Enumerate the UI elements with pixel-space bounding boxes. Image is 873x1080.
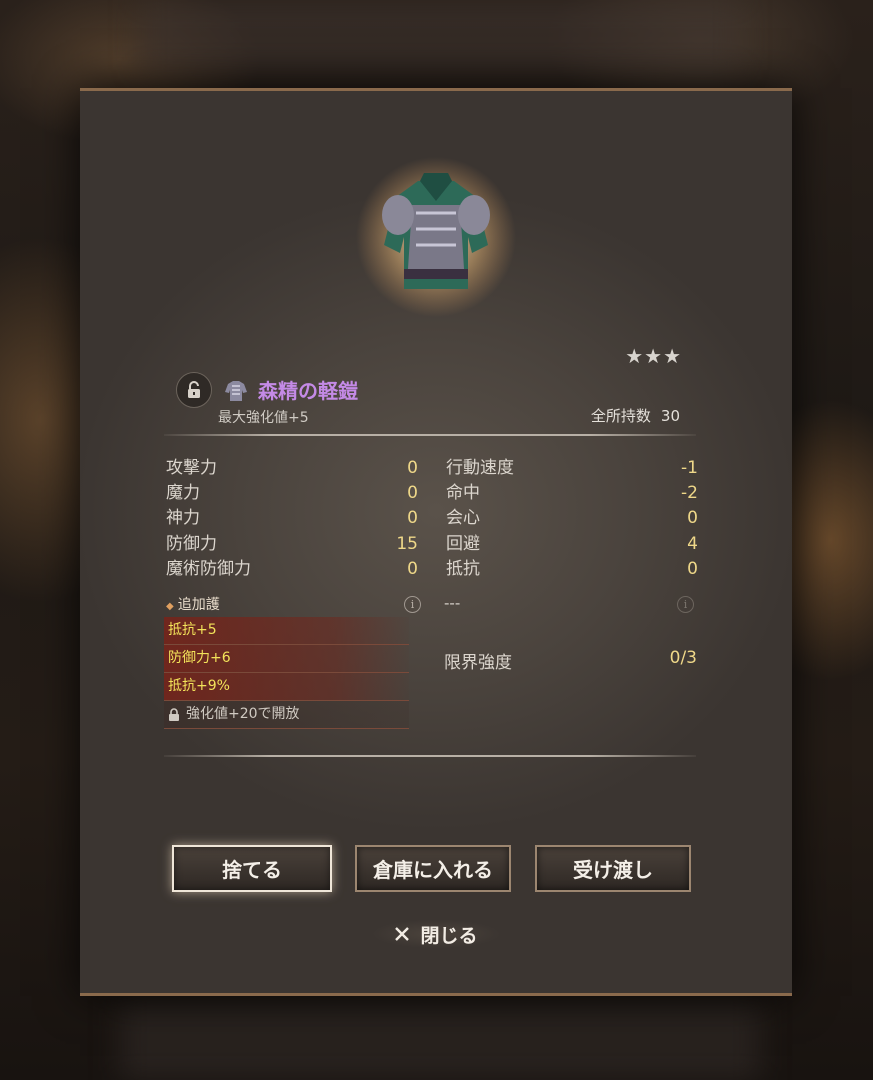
- option-row: 防御力+6: [164, 645, 409, 673]
- info-icon-right[interactable]: i: [677, 596, 694, 613]
- owned-number: 30: [660, 407, 680, 425]
- stat-row: 防御力 15: [166, 532, 418, 557]
- limit-strength-label: 限界強度: [444, 653, 512, 673]
- max-enhance-label: 最大強化値+5: [218, 410, 309, 426]
- info-icon[interactable]: i: [677, 596, 694, 613]
- stat-value: 0: [407, 458, 418, 478]
- stat-label: 神力: [166, 508, 200, 529]
- discard-button[interactable]: 捨てる: [172, 845, 332, 892]
- background-bottom-bar: [120, 1000, 760, 1080]
- divider-top: [164, 434, 696, 436]
- stat-value: 0: [407, 483, 418, 504]
- lock-toggle-button[interactable]: [176, 372, 212, 408]
- close-icon: [395, 927, 410, 941]
- stat-label: 抵抗: [446, 558, 480, 579]
- stat-label: 防御力: [166, 533, 217, 554]
- owned-count: 全所持数 30: [591, 405, 680, 426]
- stat-label: 命中: [446, 483, 480, 504]
- stat-label: 会心: [446, 508, 480, 529]
- stat-row: 会心 0: [446, 506, 698, 531]
- stat-row: 命中 -2: [446, 481, 698, 506]
- stat-row: 魔力 0: [166, 481, 418, 506]
- background-top-bar: [140, 0, 740, 70]
- stat-value: -2: [681, 483, 698, 504]
- item-name: 森精の軽鎧: [258, 379, 358, 403]
- stats-left-column: 攻撃力 0 魔力 0 神力 0 防御力 15 魔術防御力 0: [166, 456, 418, 582]
- stat-value: 4: [687, 533, 698, 554]
- stat-value: 0: [687, 558, 698, 579]
- stat-label: 行動速度: [446, 458, 514, 478]
- stat-row: 行動速度 -1: [446, 456, 698, 481]
- rarity-stars: ★★★: [625, 344, 682, 368]
- additional-right-placeholder: ---: [444, 594, 461, 612]
- info-icon[interactable]: i: [404, 595, 421, 613]
- lock-icon: [169, 707, 179, 721]
- lock-icon: [188, 381, 200, 398]
- additional-options-header: ◆ 追加護 i: [166, 593, 421, 615]
- additional-title-text: 追加護: [177, 597, 220, 613]
- stat-label: 回避: [446, 533, 480, 554]
- limit-strength-value: 0/3: [669, 648, 697, 668]
- owned-label: 全所持数: [590, 407, 651, 425]
- stat-value: 0: [407, 558, 418, 579]
- locked-option-row: 強化値+20で開放: [164, 701, 409, 729]
- armor-item-image: [356, 157, 516, 317]
- stat-value: 0: [687, 508, 698, 529]
- stat-label: 魔術防御力: [166, 558, 251, 579]
- stat-value: 15: [396, 533, 418, 554]
- locked-option-text: 強化値+20で開放: [186, 706, 300, 722]
- close-button[interactable]: 閉じる: [356, 915, 516, 953]
- stat-label: 攻撃力: [166, 458, 217, 478]
- additional-options-title: ◆ 追加護: [166, 594, 220, 614]
- option-row: 抵抗+9%: [164, 673, 409, 701]
- stat-row: 抵抗 0: [446, 557, 698, 582]
- stat-value: -1: [681, 458, 698, 478]
- close-label: 閉じる: [420, 924, 478, 947]
- stat-row: 神力 0: [166, 506, 418, 531]
- option-row: 抵抗+5: [164, 617, 409, 645]
- divider-bottom: [164, 755, 696, 757]
- stats-right-column: 行動速度 -1 命中 -2 会心 0 回避 4 抵抗 0: [446, 456, 698, 582]
- diamond-icon: ◆: [166, 601, 174, 612]
- stat-row: 魔術防御力 0: [166, 557, 418, 582]
- stat-value: 0: [407, 508, 418, 529]
- stat-label: 魔力: [166, 483, 200, 504]
- item-detail-panel: ★★★ 森精の軽鎧 最大強化値+5 全所持数 30 攻撃力 0 魔力 0 神力 0 防御…: [80, 88, 792, 996]
- stat-row: 回避 4: [446, 532, 698, 557]
- store-in-warehouse-button[interactable]: 倉庫に入れる: [355, 845, 511, 892]
- armor-icon: [225, 381, 247, 401]
- stat-row: 攻撃力 0: [166, 456, 418, 481]
- additional-options-list: 抵抗+5 防御力+6 抵抗+9% 強化値+20で開放: [164, 617, 409, 729]
- transfer-button[interactable]: 受け渡し: [535, 845, 691, 892]
